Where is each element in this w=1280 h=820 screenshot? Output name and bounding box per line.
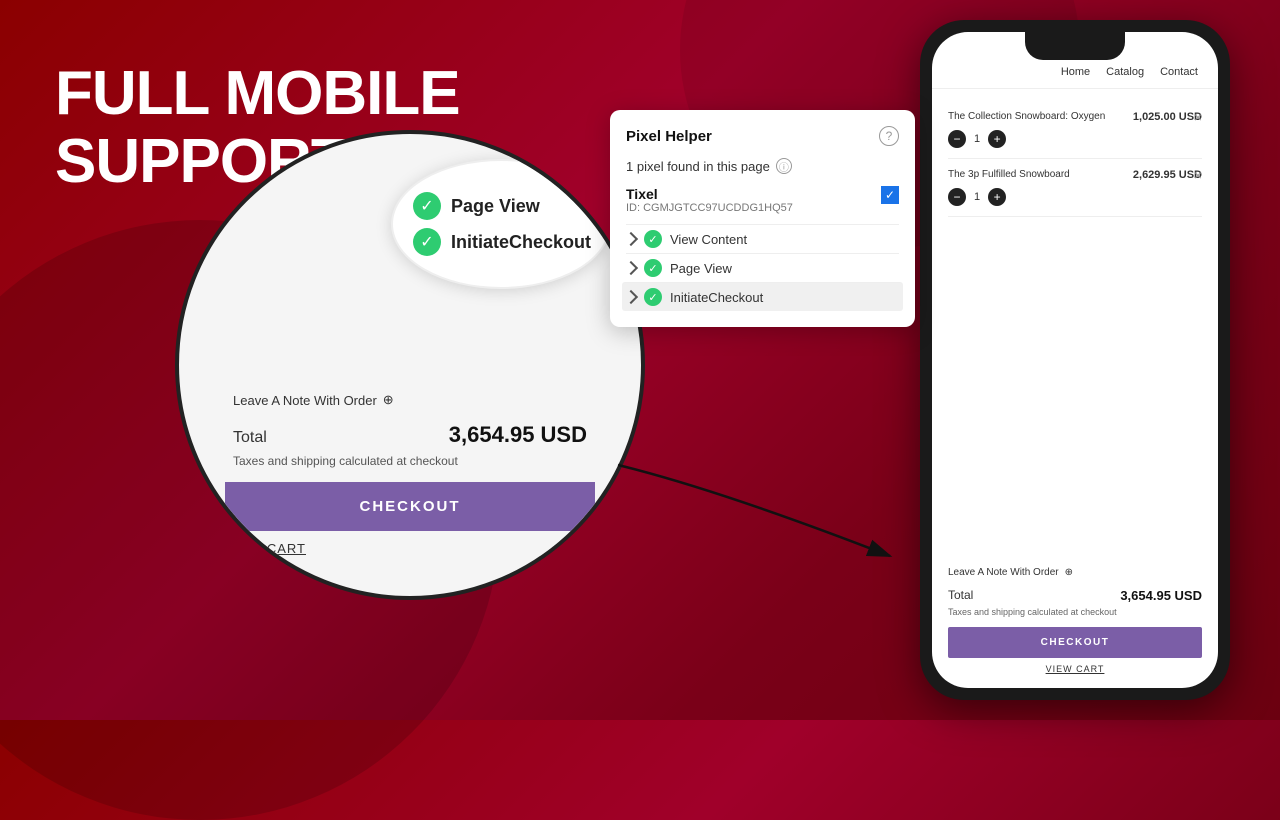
- pixel-helper-header: Pixel Helper ?: [626, 126, 899, 146]
- phone-leave-note: Leave A Note With Order ⊕: [948, 567, 1202, 578]
- phone-checkout-button[interactable]: CHECKOUT: [948, 627, 1202, 658]
- phone-product-2-qty: − 1 +: [948, 188, 1070, 206]
- phone-nav-contact[interactable]: Contact: [1160, 66, 1198, 78]
- zoom-circle: ✓ Page View ✓ InitiateCheckout Leave A N…: [175, 130, 645, 600]
- expand-icon-viewcontent: [624, 232, 638, 246]
- circle-checkout-button[interactable]: CHECKOUT: [225, 482, 595, 531]
- phone-total-label: Total: [948, 588, 973, 603]
- tixel-id: ID: CGMJGTCC97UCDDG1HQ57: [626, 202, 793, 214]
- phone-product-1-close[interactable]: ×: [1194, 109, 1202, 125]
- expand-icon-initiatecheckout: [624, 290, 638, 304]
- qty-num-2: 1: [974, 191, 980, 203]
- phone-product-1: The Collection Snowboard: Oxygen − 1 + 1…: [948, 101, 1202, 159]
- phone-nav-catalog[interactable]: Catalog: [1106, 66, 1144, 78]
- circle-cart: Leave A Note With Order ⊕ Total 3,654.95…: [225, 392, 595, 556]
- phone-container: Home Catalog Contact The Collection Snow…: [920, 20, 1230, 700]
- bubble-label-pageview: Page View: [451, 196, 540, 217]
- phone-viewcart-button[interactable]: VIEW CART: [948, 664, 1202, 674]
- pixel-helper-popup: Pixel Helper ? 1 pixel found in this pag…: [610, 110, 915, 327]
- circle-viewcart-button[interactable]: VIEW CART: [225, 541, 306, 556]
- pixel-event-initiatecheckout[interactable]: ✓ InitiateCheckout: [622, 282, 903, 311]
- phone-total-row: Total 3,654.95 USD: [948, 588, 1202, 603]
- phone-products: The Collection Snowboard: Oxygen − 1 + 1…: [932, 89, 1218, 557]
- pixel-helper-title: Pixel Helper: [626, 128, 712, 145]
- pixel-event-pageview[interactable]: ✓ Page View: [626, 253, 899, 282]
- pixel-helper-info-icon[interactable]: ?: [879, 126, 899, 146]
- circle-total-value: 3,654.95 USD: [449, 422, 587, 448]
- tixel-row: Tixel ID: CGMJGTCC97UCDDG1HQ57 ✓: [626, 186, 899, 214]
- headline-line1: FULL MOBILE: [55, 60, 460, 128]
- phone-notch: [1025, 32, 1125, 60]
- check-icon-viewcontent: ✓: [644, 230, 662, 248]
- check-icon-pageview-event: ✓: [644, 259, 662, 277]
- circle-leave-note: Leave A Note With Order ⊕: [225, 392, 595, 408]
- phone-total-value: 3,654.95 USD: [1120, 588, 1202, 603]
- check-icon-pageview: ✓: [413, 192, 441, 220]
- qty-plus-1[interactable]: +: [988, 130, 1006, 148]
- pixel-count-info-icon: ⓘ: [776, 158, 792, 174]
- bubble-item-checkout: ✓ InitiateCheckout: [413, 228, 589, 256]
- phone-product-2-left: The 3p Fulfilled Snowboard − 1 +: [948, 169, 1070, 206]
- phone-leave-note-icon: ⊕: [1065, 567, 1073, 578]
- zoom-bubble: ✓ Page View ✓ InitiateCheckout: [391, 159, 611, 289]
- qty-num-1: 1: [974, 133, 980, 145]
- circle-total-row: Total 3,654.95 USD: [225, 422, 595, 448]
- check-icon-checkout: ✓: [413, 228, 441, 256]
- bubble-item-pageview: ✓ Page View: [413, 192, 589, 220]
- qty-minus-1[interactable]: −: [948, 130, 966, 148]
- event-label-initiatecheckout: InitiateCheckout: [670, 290, 763, 305]
- phone-product-1-price: 1,025.00 USD: [1133, 111, 1202, 123]
- phone-tax-note: Taxes and shipping calculated at checkou…: [948, 607, 1202, 617]
- expand-icon-pageview: [624, 261, 638, 275]
- tixel-checkbox[interactable]: ✓: [881, 186, 899, 204]
- phone-screen: Home Catalog Contact The Collection Snow…: [932, 32, 1218, 688]
- phone-nav-home[interactable]: Home: [1061, 66, 1090, 78]
- phone-cart-bottom: Leave A Note With Order ⊕ Total 3,654.95…: [932, 557, 1218, 688]
- phone-product-2: The 3p Fulfilled Snowboard − 1 + 2,629.9…: [948, 159, 1202, 217]
- phone-product-2-name: The 3p Fulfilled Snowboard: [948, 169, 1070, 180]
- pixel-event-viewcontent[interactable]: ✓ View Content: [626, 224, 899, 253]
- tixel-name: Tixel: [626, 186, 793, 202]
- phone-product-1-name: The Collection Snowboard: Oxygen: [948, 111, 1105, 122]
- bubble-label-checkout: InitiateCheckout: [451, 232, 591, 253]
- event-label-pageview: Page View: [670, 261, 732, 276]
- tixel-info: Tixel ID: CGMJGTCC97UCDDG1HQ57: [626, 186, 793, 214]
- phone-product-2-price: 2,629.95 USD: [1133, 169, 1202, 181]
- circle-total-label: Total: [233, 429, 267, 447]
- chevron-down-icon: ⊕: [383, 392, 394, 408]
- pixel-count-row: 1 pixel found in this page ⓘ: [626, 158, 899, 174]
- qty-plus-2[interactable]: +: [988, 188, 1006, 206]
- phone-product-1-left: The Collection Snowboard: Oxygen − 1 +: [948, 111, 1105, 148]
- circle-tax-note: Taxes and shipping calculated at checkou…: [225, 454, 595, 468]
- qty-minus-2[interactable]: −: [948, 188, 966, 206]
- phone-product-1-qty: − 1 +: [948, 130, 1105, 148]
- check-icon-initiatecheckout: ✓: [644, 288, 662, 306]
- event-label-viewcontent: View Content: [670, 232, 747, 247]
- phone-frame: Home Catalog Contact The Collection Snow…: [920, 20, 1230, 700]
- phone-product-2-close[interactable]: ×: [1194, 167, 1202, 183]
